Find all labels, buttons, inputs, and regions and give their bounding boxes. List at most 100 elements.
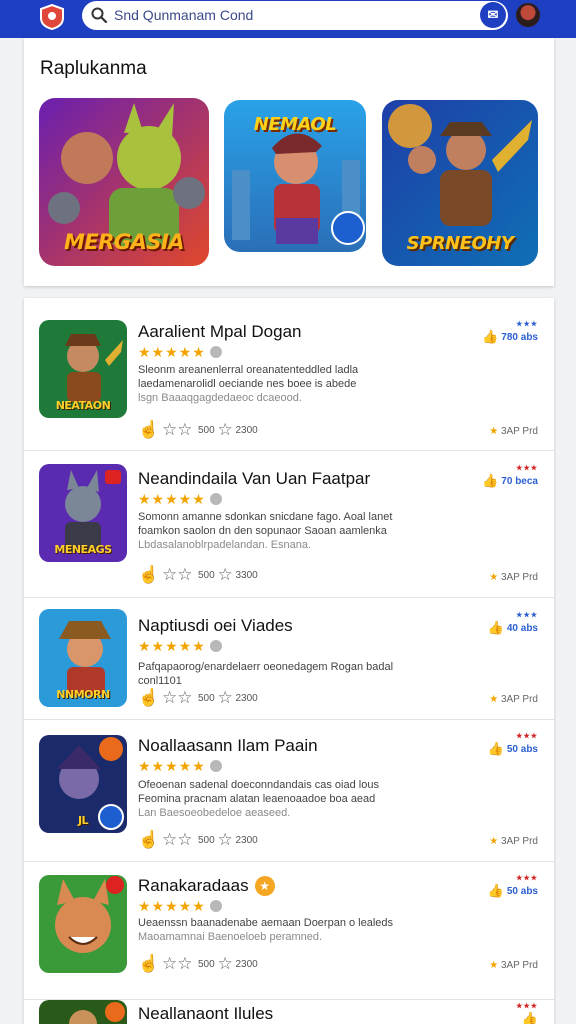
search-bar[interactable]: Snd Qunmanam Cond — [82, 1, 508, 30]
info-icon[interactable] — [209, 900, 222, 912]
thumb-icon[interactable]: ☝ — [138, 688, 159, 707]
app-logo-icon[interactable] — [38, 4, 66, 30]
info-icon[interactable] — [209, 493, 222, 505]
action-count-a: 500 — [198, 959, 215, 970]
desc-text: Ueaenssn baanadenabe aemaan Doerpan o le… — [138, 917, 394, 929]
like-count[interactable]: ★★★ 👍 40 abs — [488, 611, 538, 636]
rating-stars: ★★★★★ — [138, 491, 222, 508]
thumb-up-icon: 👍 — [521, 1011, 538, 1024]
featured-tile-label: SPRNEOHY — [406, 233, 514, 254]
info-icon[interactable] — [209, 640, 222, 652]
desc-muted: Lan Baesoeobedeloe aeaseed. — [138, 807, 291, 819]
avatar[interactable] — [514, 1, 542, 29]
rating-stars: ★★★★★ — [138, 638, 222, 655]
app-name[interactable]: Ranakaradaas ★ — [138, 876, 275, 896]
app-description: Pafqapaorog/enardelaerr oeonedagem Rogan… — [138, 660, 438, 688]
app-icon-art — [39, 1000, 127, 1024]
rating-label: ★ 3AP Prd — [489, 572, 538, 583]
thumb-up-icon: 👍 — [482, 329, 499, 344]
top-app-bar: Snd Qunmanam Cond ✉ — [0, 0, 576, 38]
badge-icon: ★ — [254, 876, 275, 896]
share-icon[interactable]: ☆☆ — [162, 954, 192, 973]
thumb-icon[interactable]: ☝ — [138, 954, 159, 973]
action-row: ☝ ☆☆ 500 ☆ 2300 — [138, 688, 258, 708]
rating-label: ★ 3AP Prd — [489, 836, 538, 847]
app-list: NEATAON Aaralient Mpal Dogan ★★★★★ Sleon… — [24, 298, 554, 1024]
featured-tile-2[interactable]: NEMAOL — [224, 100, 366, 252]
share-icon[interactable]: ☆☆ — [162, 420, 192, 439]
star-icon: ★★★★★ — [138, 344, 206, 360]
featured-tile-3[interactable]: SPRNEOHY — [382, 100, 538, 266]
featured-tile-label: NEMAOL — [253, 114, 337, 135]
star-icon[interactable]: ☆ — [217, 565, 232, 584]
list-item[interactable]: JL Noallaasann Ilam Paain ★★★★★ Ofeoenan… — [24, 720, 554, 862]
share-icon[interactable]: ☆☆ — [162, 688, 192, 707]
likes-value: 50 abs — [506, 744, 538, 755]
desc-text: Pafqapaorog/enardelaerr oeonedagem Rogan… — [138, 661, 394, 687]
desc-muted: Maoamamnai Baenoeloeb peramned. — [138, 931, 323, 943]
star-icon[interactable]: ☆ — [217, 830, 232, 849]
action-count-a: 500 — [198, 570, 215, 581]
action-count-b: 2300 — [235, 835, 258, 846]
app-icon[interactable]: NNMORN — [39, 609, 127, 707]
mini-stars: ★★★ — [516, 875, 538, 882]
info-icon[interactable] — [209, 760, 222, 772]
app-name[interactable]: Noallaasann Ilam Paain — [138, 736, 318, 756]
app-icon[interactable]: MENEAGS — [39, 464, 127, 562]
likes-value: 70 beca — [501, 476, 538, 487]
app-icon[interactable] — [39, 875, 127, 973]
like-count[interactable]: ★★★ 👍 780 abs — [482, 320, 538, 345]
action-count-b: 2300 — [235, 693, 258, 704]
action-row: ☝ ☆☆ 500 ☆ 2300 — [138, 420, 258, 440]
thumb-icon[interactable]: ☝ — [138, 565, 159, 584]
app-name[interactable]: Neandindaila Van Uan Faatpar — [138, 469, 370, 489]
featured-tile-1[interactable]: MERGASIA — [39, 98, 209, 266]
action-count-a: 500 — [198, 693, 215, 704]
list-item[interactable]: MENEAGS Neandindaila Van Uan Faatpar ★★★… — [24, 451, 554, 598]
app-description: Ofeoenan sadenal doeconndandais cas oiad… — [138, 778, 408, 820]
action-row: ☝ ☆☆ 500 ☆ 3300 — [138, 565, 258, 585]
app-icon[interactable]: JL — [39, 735, 127, 833]
likes-value: 40 abs — [506, 623, 538, 634]
mini-stars: ★★★ — [516, 465, 538, 472]
thumb-icon[interactable]: ☝ — [138, 420, 159, 439]
star-icon: ★★★★★ — [138, 491, 206, 507]
search-input[interactable]: Snd Qunmanam Cond — [114, 7, 253, 23]
action-count-a: 500 — [198, 835, 215, 846]
star-icon[interactable]: ☆ — [217, 420, 232, 439]
like-count[interactable]: ★★★ 👍 50 abs — [488, 874, 538, 899]
thumb-icon[interactable]: ☝ — [138, 830, 159, 849]
share-icon[interactable]: ☆☆ — [162, 565, 192, 584]
action-count-b: 2300 — [235, 425, 258, 436]
desc-muted: lsgn Baaaqgagdedaeoc dcaeood. — [138, 392, 302, 404]
section-title: Raplukanma — [40, 58, 147, 79]
info-icon[interactable] — [209, 346, 222, 358]
app-name[interactable]: Neallanaont Ilules — [138, 1004, 273, 1024]
app-icon[interactable]: NEATAON — [39, 320, 127, 418]
like-count[interactable]: ★★★ 👍 50 abs — [488, 732, 538, 757]
rating-value: 3AP Prd — [500, 836, 538, 847]
star-icon[interactable]: ☆ — [217, 954, 232, 973]
list-item[interactable]: NNMORN Naptiusdi oei Viades ★★★★★ Pafqap… — [24, 598, 554, 720]
star-icon[interactable]: ☆ — [217, 688, 232, 707]
app-icon[interactable] — [39, 1000, 127, 1024]
voice-search-icon[interactable]: ✉ — [480, 2, 506, 28]
app-icon-label: NEATAON — [55, 399, 111, 412]
app-icon-label: MENEAGS — [54, 543, 112, 556]
list-item[interactable]: Neallanaont Ilules ★★★ 👍 — [24, 1000, 554, 1024]
rating-label: ★ 3AP Prd — [489, 960, 538, 971]
star-icon: ★★★★★ — [138, 638, 206, 654]
list-item[interactable]: NEATAON Aaralient Mpal Dogan ★★★★★ Sleon… — [24, 298, 554, 451]
list-item[interactable]: Ranakaradaas ★ ★★★★★ Ueaenssn baanadenabe… — [24, 862, 554, 1000]
desc-muted: Lbdasalanoblrpadelandan. Esnana. — [138, 539, 312, 551]
action-count-b: 2300 — [235, 959, 258, 970]
featured-tile-label: MERGASIA — [63, 230, 185, 254]
share-icon[interactable]: ☆☆ — [162, 830, 192, 849]
featured-section: Raplukanma MERGASIA NEMAOL SPRNEOHY — [24, 38, 554, 286]
like-count[interactable]: ★★★ 👍 70 beca — [482, 464, 538, 489]
app-name[interactable]: Aaralient Mpal Dogan — [138, 322, 301, 342]
like-count[interactable]: ★★★ 👍 — [516, 1002, 538, 1024]
app-name[interactable]: Naptiusdi oei Viades — [138, 616, 293, 636]
rating-label: ★ 3AP Prd — [489, 426, 538, 437]
desc-text: Ofeoenan sadenal doeconndandais cas oiad… — [138, 779, 379, 805]
